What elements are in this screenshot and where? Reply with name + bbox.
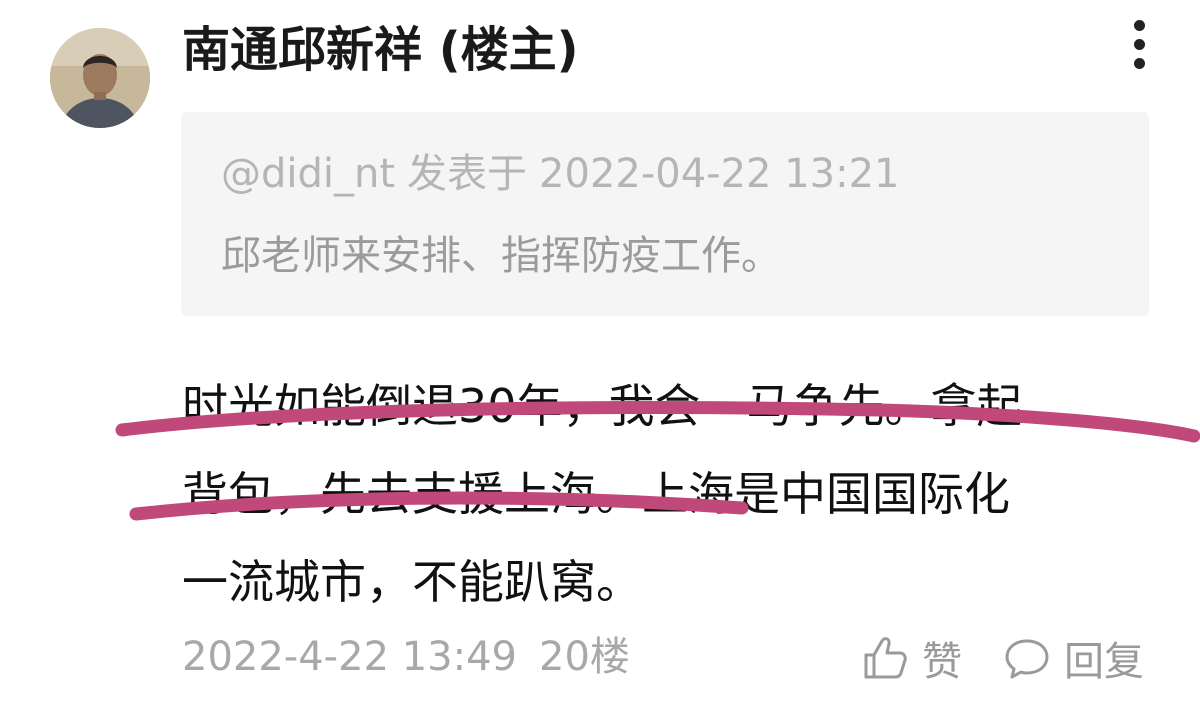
- reply-button[interactable]: 回复: [1002, 628, 1144, 688]
- more-vertical-icon[interactable]: [1120, 14, 1160, 74]
- comment-bubble-icon: [1005, 639, 1049, 679]
- quote-datetime: 2022-04-22 13:21: [539, 151, 900, 197]
- post-timestamp: 2022-4-22 13:49: [182, 634, 517, 680]
- author-avatar[interactable]: [50, 28, 150, 128]
- author-op-tag: (楼主): [438, 22, 579, 78]
- reply-post: 南通邱新祥 (楼主) @didi_nt 发表于 2022-04-22 13:21 邱…: [0, 0, 1200, 706]
- like-label: 赞: [922, 639, 962, 685]
- reply-label: 回复: [1064, 639, 1144, 685]
- content-line: 一流城市，不能趴窝。: [182, 555, 642, 609]
- quote-mention[interactable]: @didi_nt: [221, 151, 395, 197]
- content-line: 时光如能倒退30年，我会一马争先。拿起: [182, 379, 1023, 433]
- quote-meta: @didi_nt 发表于 2022-04-22 13:21: [221, 148, 900, 200]
- author-name-line: 南通邱新祥 (楼主): [182, 18, 579, 82]
- author-name[interactable]: 南通邱新祥: [182, 22, 422, 78]
- post-floor: 20楼: [539, 634, 630, 680]
- quoted-reply[interactable]: @didi_nt 发表于 2022-04-22 13:21 邱老师来安排、指挥防疫工…: [181, 112, 1149, 316]
- content-line: 背包，先去支援上海。上海是中国国际化: [182, 467, 1010, 521]
- avatar-photo: [50, 28, 150, 128]
- like-button[interactable]: 赞: [860, 628, 962, 688]
- quote-posted-on: 发表于: [407, 151, 528, 197]
- post-content: 时光如能倒退30年，我会一马争先。拿起 背包，先去支援上海。上海是中国国际化 一…: [182, 362, 1162, 626]
- quote-text: 邱老师来安排、指挥防疫工作。: [221, 233, 781, 279]
- post-meta: 2022-4-22 13:49 20楼: [182, 630, 630, 684]
- thumbs-up-icon: [864, 637, 907, 679]
